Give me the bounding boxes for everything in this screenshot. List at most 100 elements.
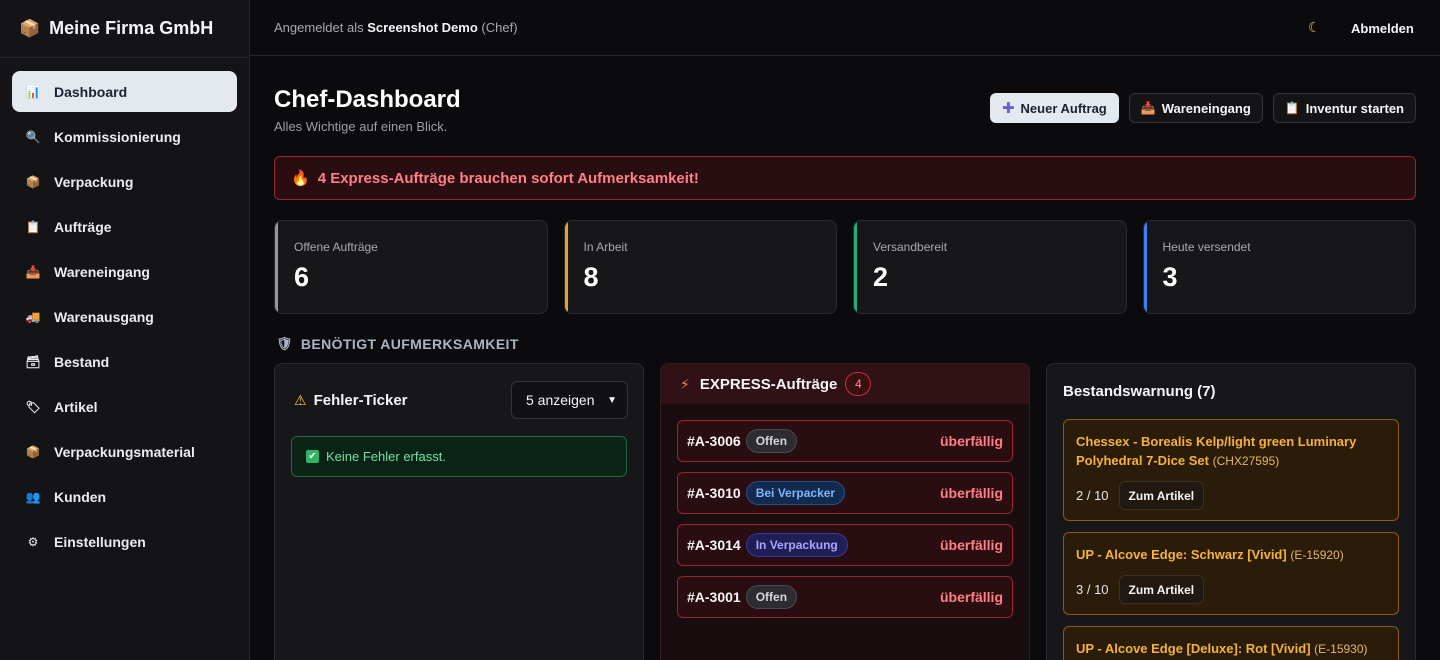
sidebar-item-label: Artikel xyxy=(54,398,98,415)
sidebar-item-auftrage[interactable]: 📋 Aufträge xyxy=(12,206,237,247)
sidebar-item-label: Dashboard xyxy=(54,83,128,100)
gear-icon: ⚙ xyxy=(27,534,39,549)
logout-button[interactable]: Abmelden xyxy=(1336,14,1429,42)
order-number: #A-3006 xyxy=(687,433,741,449)
article-name: UP - Alcove Edge: Schwarz [Vivid] (E-159… xyxy=(1076,545,1386,565)
moon-icon[interactable]: ☾ xyxy=(1308,19,1321,36)
brand-name: Meine Firma GmbH xyxy=(49,18,214,38)
article-sku: (CHX27595) xyxy=(1212,454,1280,468)
alert-text: 4 Express-Aufträge brauchen sofort Aufme… xyxy=(317,169,699,187)
stat-card-offene-auftrage: Offene Aufträge 6 xyxy=(274,220,548,314)
start-inventory-label: Inventur starten xyxy=(1305,100,1404,116)
section-heading: 🛡 BENÖTIGT AUFMERKSAMKEIT xyxy=(276,336,519,352)
article-sku: (E-15930) xyxy=(1314,642,1368,656)
sidebar-nav: 📊 Dashboard 🔍 Kommissionierung 📦 Verpackung 📋 A… xyxy=(0,58,249,562)
warning-icon: ⚠ xyxy=(294,391,307,408)
show-count-value: 5 anzeigen xyxy=(526,392,595,408)
sidebar-item-kommissionierung[interactable]: 🔍 Kommissionierung xyxy=(12,116,237,157)
page-actions: ✚ Neuer Auftrag 📥 Wareneingang 📋 Inventu… xyxy=(989,93,1416,123)
stat-label: Offene Aufträge xyxy=(294,240,378,254)
sidebar-item-label: Verpackung xyxy=(54,173,134,190)
error-ticker-title: ⚠ Fehler-Ticker xyxy=(294,392,408,409)
sidebar-item-label: Aufträge xyxy=(54,218,112,235)
stock-warning-item: Chessex - Borealis Kelp/light green Lumi… xyxy=(1063,419,1399,521)
express-alert: 🔥 4 Express-Aufträge brauchen sofort Auf… xyxy=(274,156,1416,200)
sidebar-item-bestand[interactable]: 🗃 Bestand xyxy=(12,341,237,382)
tag-icon: 🏷 xyxy=(25,399,41,414)
box-icon: 📦 xyxy=(19,18,41,38)
stock-warning-panel: Bestandswarnung (7) Chessex - Borealis K… xyxy=(1046,363,1416,660)
express-order-list: #A-3006 Offen überfällig #A-3010 Bei Verpack… xyxy=(677,420,1013,628)
no-errors-text: Keine Fehler erfasst. xyxy=(326,449,446,464)
stat-label: Versandbereit xyxy=(873,240,948,254)
stock-warning-item: UP - Alcove Edge: Schwarz [Vivid] (E-159… xyxy=(1063,532,1399,615)
status-badge: In Verpackung xyxy=(745,533,848,557)
sidebar-item-verpackungsmaterial[interactable]: 📦 Verpackungsmaterial xyxy=(12,431,237,472)
order-number: #A-3001 xyxy=(687,589,741,605)
show-count-select[interactable]: 5 anzeigen ▼ xyxy=(511,381,628,419)
fire-icon: 🔥 xyxy=(291,170,310,187)
sidebar-item-label: Warenausgang xyxy=(54,308,154,325)
box-icon: 📦 xyxy=(25,174,41,189)
express-order-row[interactable]: #A-3001 Offen überfällig xyxy=(677,576,1013,618)
brand[interactable]: 📦 Meine Firma GmbH xyxy=(0,0,249,58)
box-icon: 📦 xyxy=(25,444,41,459)
section-title: BENÖTIGT AUFMERKSAMKEIT xyxy=(300,336,519,352)
error-ticker-panel: ⚠ Fehler-Ticker 5 anzeigen ▼ ✔ Keine Feh… xyxy=(274,363,644,660)
stat-value: 8 xyxy=(583,262,599,292)
stats-row: Offene Aufträge 6 In Arbeit 8 Versandbereit 2… xyxy=(274,220,1416,314)
express-order-row[interactable]: #A-3006 Offen überfällig xyxy=(677,420,1013,462)
login-prefix: Angemeldet als xyxy=(274,20,364,35)
stock-row: 3 / 10 Zum Artikel xyxy=(1076,575,1386,604)
stock-warning-title: Bestandswarnung (7) xyxy=(1063,383,1216,400)
go-to-article-button[interactable]: Zum Artikel xyxy=(1118,575,1205,604)
sidebar-item-wareneingang[interactable]: 📥 Wareneingang xyxy=(12,251,237,292)
new-order-label: Neuer Auftrag xyxy=(1020,100,1107,116)
order-number: #A-3010 xyxy=(687,485,741,501)
page-title: Chef-Dashboard xyxy=(274,86,461,113)
article-sku: (E-15920) xyxy=(1290,548,1344,562)
go-to-article-button[interactable]: Zum Artikel xyxy=(1118,481,1205,510)
stat-accent-bar xyxy=(1143,221,1147,313)
overdue-label: überfällig xyxy=(939,485,1003,501)
user-role: (Chef) xyxy=(481,20,518,35)
express-order-row[interactable]: #A-3014 In Verpackung überfällig xyxy=(677,524,1013,566)
inbox-icon: 📥 xyxy=(25,264,41,279)
stock-warning-list: Chessex - Borealis Kelp/light green Lumi… xyxy=(1063,419,1399,660)
stat-value: 3 xyxy=(1162,262,1178,292)
topbar: Angemeldet als Screenshot Demo (Chef) ☾ … xyxy=(250,0,1440,56)
chart-icon: 📊 xyxy=(25,84,41,99)
stat-accent-bar xyxy=(275,221,278,313)
sidebar-item-kunden[interactable]: 👥 Kunden xyxy=(12,476,237,517)
overdue-label: überfällig xyxy=(939,433,1003,449)
stat-card-in-arbeit: In Arbeit 8 xyxy=(563,220,837,314)
new-order-button[interactable]: ✚ Neuer Auftrag xyxy=(989,93,1119,123)
stat-value: 2 xyxy=(873,262,889,292)
overdue-label: überfällig xyxy=(939,537,1003,553)
stat-card-heute-versendet: Heute versendet 3 xyxy=(1142,220,1416,314)
stat-card-versandbereit: Versandbereit 2 xyxy=(853,220,1127,314)
express-order-row[interactable]: #A-3010 Bei Verpacker überfällig xyxy=(677,472,1013,514)
lightning-icon: ⚡ xyxy=(680,375,690,392)
status-badge: Offen xyxy=(745,585,798,609)
sidebar-item-dashboard[interactable]: 📊 Dashboard xyxy=(12,71,237,112)
article-title: UP - Alcove Edge: Schwarz [Vivid] xyxy=(1076,547,1287,562)
sidebar-item-warenausgang[interactable]: 🚚 Warenausgang xyxy=(12,296,237,337)
login-info: Angemeldet als Screenshot Demo (Chef) xyxy=(250,20,518,35)
article-title: UP - Alcove Edge [Deluxe]: Rot [Vivid] xyxy=(1076,641,1311,656)
clipboard-icon: 📋 xyxy=(25,219,41,234)
overdue-label: überfällig xyxy=(939,589,1003,605)
goods-in-button[interactable]: 📥 Wareneingang xyxy=(1128,93,1263,123)
order-number: #A-3014 xyxy=(687,537,741,553)
express-title: EXPRESS-Aufträge xyxy=(699,375,838,393)
sidebar-item-label: Bestand xyxy=(54,353,110,370)
sidebar-item-einstellungen[interactable]: ⚙ Einstellungen xyxy=(12,521,237,562)
stat-value: 6 xyxy=(294,262,310,292)
sidebar-item-artikel[interactable]: 🏷 Artikel xyxy=(12,386,237,427)
start-inventory-button[interactable]: 📋 Inventur starten xyxy=(1272,93,1416,123)
express-orders-panel: ⚡ EXPRESS-Aufträge 4 #A-3006 Offen überfäl… xyxy=(660,363,1030,660)
stat-accent-bar xyxy=(854,221,857,313)
clipboard-icon: 📋 xyxy=(1284,101,1300,115)
chevron-down-icon: ▼ xyxy=(607,394,617,406)
sidebar-item-verpackung[interactable]: 📦 Verpackung xyxy=(12,161,237,202)
